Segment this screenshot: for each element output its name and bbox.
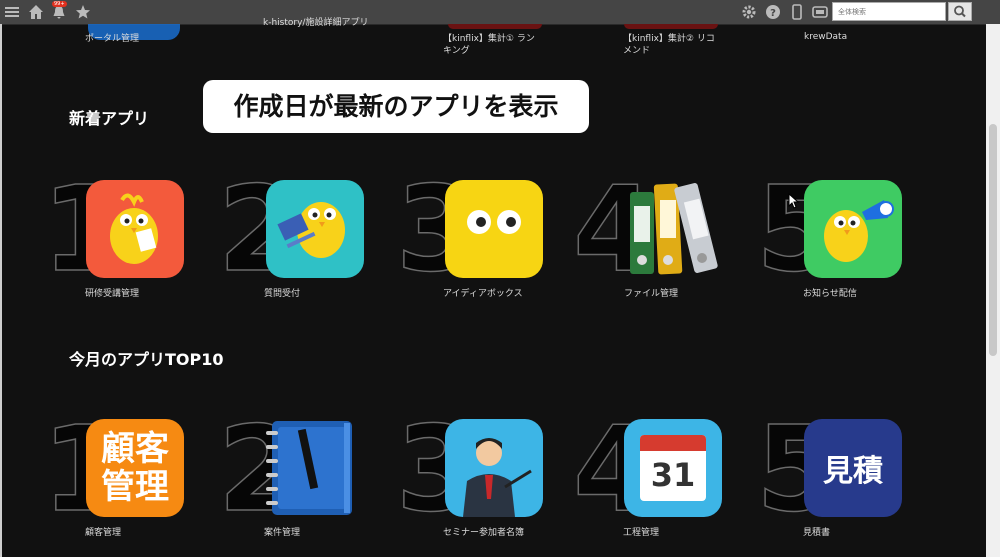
app-icon-customer[interactable]: 顧客管理 xyxy=(86,419,184,517)
gear-icon[interactable] xyxy=(740,3,758,21)
home-icon[interactable] xyxy=(27,3,45,21)
eyes-icon xyxy=(467,210,521,234)
presenter-icon xyxy=(463,438,532,517)
app-label-file[interactable]: ファイル管理 xyxy=(624,286,764,299)
scrollbar-thumb[interactable] xyxy=(989,124,997,356)
app-label-krewdata[interactable]: krewData xyxy=(804,31,847,43)
hamburger-menu-icon[interactable] xyxy=(3,3,21,21)
section-title-new-apps: 新着アプリ xyxy=(69,109,150,128)
calendar-icon: 31 xyxy=(640,435,706,501)
app-icon-ideabox[interactable] xyxy=(445,180,543,278)
page-border xyxy=(0,24,2,557)
app-menu-icon[interactable] xyxy=(811,3,829,21)
icon-text-estimate: 見積 xyxy=(823,454,883,489)
app-label-training[interactable]: 研修受講管理 xyxy=(85,286,225,299)
app-label-seminar[interactable]: セミナー参加者名簿 xyxy=(443,525,583,538)
app-label-customer[interactable]: 顧客管理 xyxy=(85,525,225,538)
caption-callout: 作成日が最新のアプリを表示 xyxy=(203,80,589,133)
mouse-cursor-icon xyxy=(788,193,800,209)
vertical-scrollbar[interactable] xyxy=(986,24,1000,557)
app-icon-notice[interactable] xyxy=(804,180,902,278)
app-label-history[interactable]: k-history/施設詳細アプリ xyxy=(263,17,373,29)
app-label-notice[interactable]: お知らせ配信 xyxy=(803,286,943,299)
app-icon-kinflix-recommend[interactable] xyxy=(624,24,718,29)
app-icon-question[interactable] xyxy=(266,180,364,278)
app-label-portal[interactable]: ポータル管理 xyxy=(85,33,139,45)
icon-text-customer: 顧客管理 xyxy=(101,429,169,507)
binders-icon xyxy=(630,183,718,275)
app-label-ideabox[interactable]: アイディアボックス xyxy=(443,286,583,299)
app-label-project[interactable]: 案件管理 xyxy=(264,525,404,538)
app-icon-project[interactable] xyxy=(264,419,362,517)
section-title-top-apps: 今月のアプリTOP10 xyxy=(69,350,224,369)
app-icon-training[interactable] xyxy=(86,180,184,278)
app-icon-kinflix-ranking[interactable] xyxy=(448,24,542,29)
chick-laptop-icon xyxy=(277,202,345,258)
help-icon[interactable]: ? xyxy=(764,3,782,21)
search-input[interactable]: 全体検索 xyxy=(832,2,946,21)
app-label-question[interactable]: 質問受付 xyxy=(264,286,404,299)
app-icon-estimate[interactable]: 見積 xyxy=(804,419,902,517)
search-icon xyxy=(954,5,966,18)
app-label-schedule[interactable]: 工程管理 xyxy=(623,525,763,538)
mobile-icon[interactable] xyxy=(788,3,806,21)
svg-text:?: ? xyxy=(770,8,776,19)
notification-badge: 99+ xyxy=(52,1,67,7)
calendar-day: 31 xyxy=(650,456,696,494)
app-icon-seminar[interactable] xyxy=(445,419,543,517)
app-label-kinflix-ranking[interactable]: 【kinflix】集計① ランキング xyxy=(443,33,543,57)
search-placeholder: 全体検索 xyxy=(838,8,866,16)
app-label-estimate[interactable]: 見積書 xyxy=(803,525,943,538)
app-icon-file[interactable] xyxy=(622,178,720,276)
app-label-kinflix-recommend[interactable]: 【kinflix】集計② リコメンド xyxy=(623,33,723,57)
top-bar: 99+ ? 全体検索 xyxy=(0,0,1000,25)
app-icon-schedule[interactable]: 31 xyxy=(624,419,722,517)
search-button[interactable] xyxy=(948,2,972,21)
favorite-star-icon[interactable] xyxy=(74,3,92,21)
chick-megaphone-icon xyxy=(824,200,894,262)
chick-reading-icon xyxy=(110,193,158,264)
notebook-icon xyxy=(266,421,352,515)
